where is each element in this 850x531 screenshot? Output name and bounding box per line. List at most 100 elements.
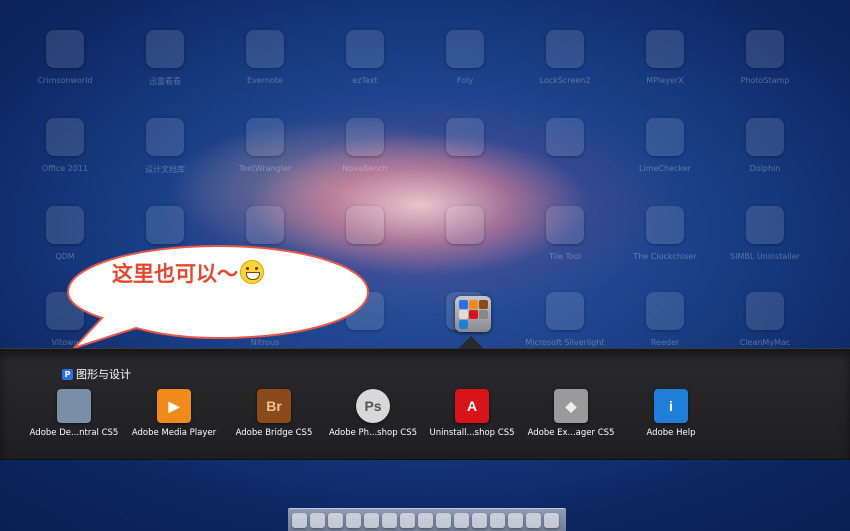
launchpad-app[interactable]: CleanMyMac <box>720 292 810 347</box>
app-icon <box>246 206 284 244</box>
app-icon <box>746 206 784 244</box>
app-label: Tile Tool <box>548 252 582 261</box>
app-icon <box>46 118 84 156</box>
folder-app-label: Adobe Help <box>646 428 696 438</box>
app-icon <box>346 118 384 156</box>
launchpad-app[interactable]: 设计文档库 <box>120 118 210 175</box>
app-label: Reeder <box>650 338 680 347</box>
folder-app[interactable]: Adobe De...ntral CS5 <box>19 389 129 438</box>
launchpad-app[interactable]: Crimsonworld <box>20 30 110 85</box>
app-icon <box>146 118 184 156</box>
folder-icon[interactable] <box>455 296 491 332</box>
launchpad-app[interactable]: Tile Tool <box>520 206 610 261</box>
dock-app-icon[interactable] <box>544 512 559 528</box>
dock-app-icon[interactable] <box>346 512 361 528</box>
dock-app-icon[interactable] <box>490 512 505 528</box>
dock-app-icon[interactable] <box>328 512 343 528</box>
folder-app[interactable]: A Uninstall...shop CS5 <box>417 389 527 438</box>
launchpad-app[interactable]: Foly <box>420 30 510 85</box>
app-label: Dolphin <box>749 164 781 173</box>
app-label: CleanMyMac <box>739 338 791 347</box>
folder-app[interactable]: ◆ Adobe Ex...ager CS5 <box>516 389 626 438</box>
app-icon <box>46 206 84 244</box>
launchpad-app[interactable]: MPlayerX <box>620 30 710 85</box>
launchpad-app[interactable]: TextWrangler <box>220 118 310 173</box>
app-label: PhotoStamp <box>740 76 790 85</box>
dock-app-icon[interactable] <box>508 512 523 528</box>
app-label: NovaBench <box>342 164 388 173</box>
app-icon <box>346 30 384 68</box>
launchpad-app[interactable]: NovaBench <box>320 118 410 173</box>
dock-app-icon[interactable] <box>526 512 541 528</box>
app-icon <box>446 30 484 68</box>
folder-app[interactable]: i Adobe Help <box>616 389 726 438</box>
app-label: Evernote <box>247 76 283 85</box>
launchpad-app[interactable]: Dolphin <box>720 118 810 173</box>
app-icon <box>546 30 584 68</box>
info-icon: i <box>654 389 688 423</box>
app-label: Foly <box>456 76 474 85</box>
device-central-icon <box>57 389 91 423</box>
smiley-icon <box>240 260 264 284</box>
app-label: 迅雷看看 <box>149 77 181 86</box>
app-icon <box>646 118 684 156</box>
folder-app[interactable]: Ps Adobe Ph...shop CS5 <box>318 389 428 438</box>
app-label: Crimsonworld <box>37 76 93 85</box>
folder-app-label: Uninstall...shop CS5 <box>429 428 515 438</box>
app-icon <box>546 206 584 244</box>
launchpad-app[interactable]: Microsoft Silverlight <box>520 292 610 347</box>
app-icon <box>446 118 484 156</box>
adobe-uninstaller-icon: A <box>455 389 489 423</box>
folder-title-text: 图形与设计 <box>76 368 131 381</box>
app-icon <box>646 30 684 68</box>
app-icon <box>246 30 284 68</box>
dock-app-icon[interactable] <box>400 512 415 528</box>
dock-app-icon[interactable] <box>436 512 451 528</box>
app-icon <box>446 206 484 244</box>
app-icon <box>146 206 184 244</box>
app-label: SIMBL Uninstaller <box>730 252 800 261</box>
launchpad-app[interactable]: Evernote <box>220 30 310 85</box>
dock-app-icon[interactable] <box>310 512 325 528</box>
launchpad-app[interactable]: SIMBL Uninstaller <box>720 206 810 261</box>
folder-app-label: Adobe Ph...shop CS5 <box>328 428 418 438</box>
app-label: ezText <box>352 76 378 85</box>
folder-app-label: Adobe Bridge CS5 <box>235 428 313 438</box>
photoshop-icon: Ps <box>356 389 390 423</box>
launchpad-app[interactable]: LockScreen2 <box>520 30 610 85</box>
launchpad-app[interactable] <box>420 206 510 252</box>
app-icon <box>746 292 784 330</box>
app-icon <box>146 30 184 68</box>
launchpad-app[interactable] <box>520 118 610 164</box>
launchpad-app[interactable]: ezText <box>320 30 410 85</box>
app-icon <box>46 30 84 68</box>
dock-app-icon[interactable] <box>382 512 397 528</box>
app-label: Microsoft Silverlight <box>525 338 605 347</box>
app-icon <box>646 206 684 244</box>
app-label: MPlayerX <box>646 76 684 85</box>
folder-app-label: Adobe De...ntral CS5 <box>29 428 119 438</box>
launchpad-app[interactable]: Reeder <box>620 292 710 347</box>
launchpad-app[interactable]: PhotoStamp <box>720 30 810 85</box>
launchpad-app[interactable]: The Clockchiser <box>620 206 710 261</box>
app-label: The Clockchiser <box>633 252 697 261</box>
folder-title[interactable]: P 图形与设计 <box>62 366 131 382</box>
app-icon <box>546 292 584 330</box>
folder-app-label: Adobe Ex...ager CS5 <box>527 428 615 438</box>
dock-app-icon[interactable] <box>292 512 307 528</box>
app-icon <box>246 118 284 156</box>
app-icon <box>546 118 584 156</box>
launchpad-app[interactable] <box>420 118 510 164</box>
folder-app[interactable]: ▶ Adobe Media Player <box>119 389 229 438</box>
dock-app-icon[interactable] <box>364 512 379 528</box>
extension-manager-icon: ◆ <box>554 389 588 423</box>
dock-app-icon[interactable] <box>472 512 487 528</box>
app-label: Office 2011 <box>41 164 89 173</box>
launchpad-app[interactable]: LimeChecker <box>620 118 710 173</box>
launchpad-app[interactable]: 迅雷看看 <box>120 30 210 87</box>
dock <box>288 508 566 531</box>
launchpad-app[interactable]: Office 2011 <box>20 118 110 173</box>
folder-app[interactable]: Br Adobe Bridge CS5 <box>219 389 329 438</box>
dock-app-icon[interactable] <box>454 512 469 528</box>
dock-app-icon[interactable] <box>418 512 433 528</box>
